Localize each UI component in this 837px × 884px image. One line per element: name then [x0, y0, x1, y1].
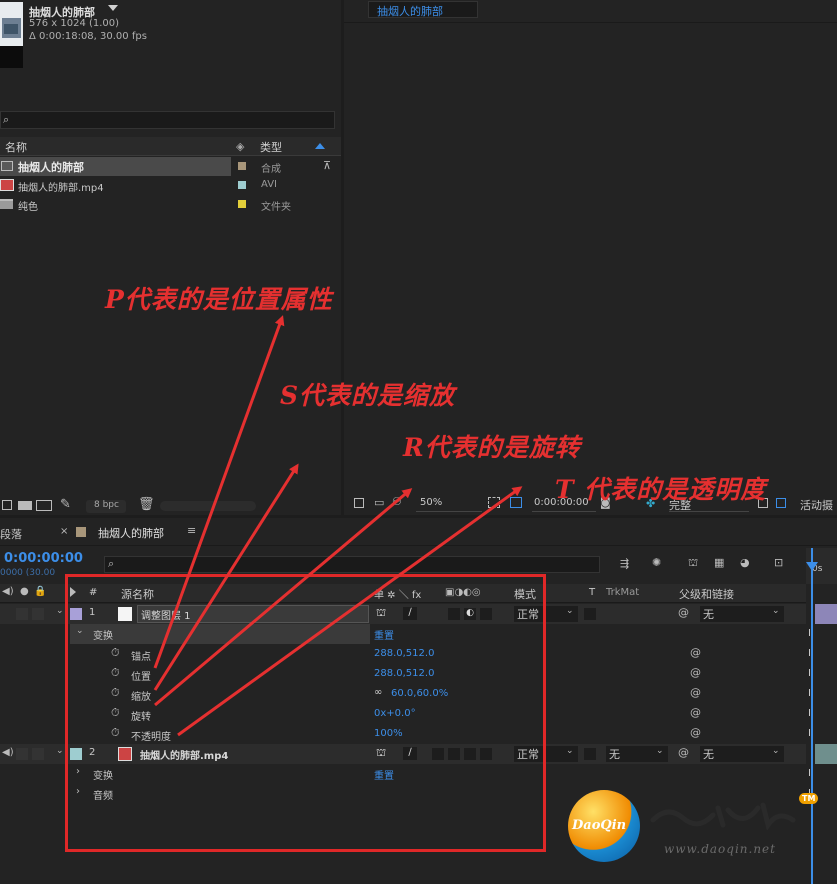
annotation-rotation: R代表的是旋转 — [403, 433, 581, 462]
annotation-scale: S代表的是缩放 — [280, 381, 456, 410]
watermark-tm: TM — [799, 793, 819, 804]
watermark-logo: DaoQin — [568, 790, 640, 862]
annotation-opacity: T 代表的是透明度 — [555, 475, 767, 504]
arrow-opacity — [177, 486, 523, 737]
arrow-rotation — [154, 488, 413, 707]
watermark-brush-text — [648, 800, 798, 832]
watermark-site: www.daoqin.net — [664, 842, 776, 856]
annotation-position: P代表的是位置属性 — [105, 285, 333, 314]
arrow-scale — [153, 463, 299, 691]
